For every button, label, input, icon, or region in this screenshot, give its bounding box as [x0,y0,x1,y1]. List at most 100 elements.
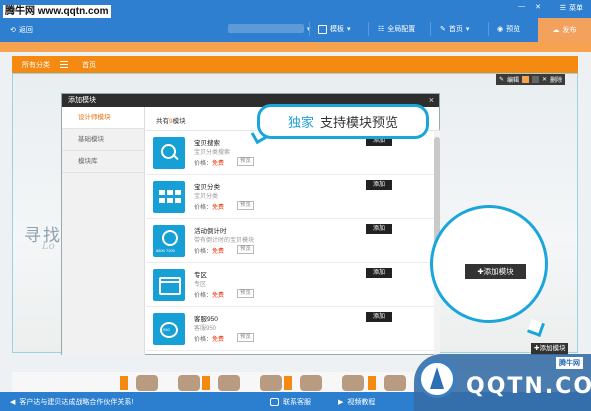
edit-label[interactable]: 编辑 [507,75,519,84]
video-tutorial-link[interactable]: ▶ 视频教程 [338,397,375,407]
module-edit-toolbar: ✎ 编辑 ✕ 删除 [496,74,566,85]
announcement[interactable]: ◀ 客户达与建贝达成战略合作伙伴关系! [10,397,133,407]
preview-callout: 独家 支持模块预览 [257,104,429,139]
module-price: 价格：免费 [194,290,224,299]
preview-button[interactable]: 预览 [237,245,255,254]
template-icon [318,24,327,34]
nav-divider [488,22,489,36]
price-value: 免费 [212,337,225,343]
global-config-label: 全局配置 [387,26,416,33]
menu-label: 菜单 [569,5,583,12]
account-selector[interactable]: ▾ [228,24,311,33]
module-category-sidebar: 设计师模块 基础模块 模块库 [62,107,145,355]
module-description: 客服950 [194,326,217,332]
account-field [228,24,304,33]
price-label: 价格： [194,205,213,211]
video-tutorial-label: 视频教程 [347,398,376,406]
megaphone-icon: ◀ [10,398,16,406]
settings-icon: ☷ [378,26,385,33]
add-module-label: 添加模块 [539,345,566,352]
module-name: 宝贝分类 [194,184,220,191]
delete-icon[interactable]: ✕ [542,76,547,83]
module-description: 带有倒计时的宝贝模块 [194,238,255,244]
product-thumbnail[interactable] [218,375,240,391]
back-arrow-icon: ⟲ [10,27,16,34]
customer-service-link[interactable]: 联系客服 [270,397,311,407]
publish-button[interactable]: ☁ 发布 [538,18,591,42]
upload-cloud-icon: ☁ [552,27,560,34]
sidebar-item-basic-modules[interactable]: 基础模块 [62,129,144,151]
list-item: 宝贝分类 宝贝分类 价格：免费 预览 添加 [146,175,434,219]
nav-divider [309,22,310,36]
module-name: 客服950 [194,316,218,323]
product-thumbnail[interactable] [178,375,200,391]
chat-icon [270,397,279,406]
all-categories-link[interactable]: 所有分类 [12,60,60,70]
menu-button[interactable]: ☰ 菜单 [560,3,583,13]
back-button[interactable]: ⟲ 返回 [10,25,33,35]
preview-button[interactable]: ◉ 预览 [497,24,520,34]
product-thumbnail[interactable] [384,375,406,391]
price-label: 价格： [194,293,213,299]
list-item: 活动倒计时 带有倒计时的宝贝模块 价格：免费 预览 添加 [146,219,434,263]
module-description: 宝贝分类 [194,194,219,200]
grid-icon [153,181,185,213]
minimize-icon[interactable]: — [518,3,525,11]
service-icon [153,313,185,345]
preview-button[interactable]: 预览 [237,201,255,210]
edit-icon[interactable]: ✎ [499,76,504,83]
add-module-button[interactable]: 添加 [366,224,392,234]
global-config-button[interactable]: ☷ 全局配置 [378,24,415,34]
module-list-panel: 共有9模块 宝贝搜索 宝贝分类搜索 价格：免费 预览 添加 宝贝分类 宝贝分类 … [146,107,440,355]
module-name: 宝贝搜索 [194,140,220,147]
template-button[interactable]: 模板 ▾ [318,24,351,34]
product-thumbnail[interactable] [342,375,364,391]
template-label: 模板 [330,26,344,33]
publish-label: 发布 [562,27,577,34]
delete-label[interactable]: 删除 [550,75,562,84]
hamburger-icon[interactable] [60,61,68,68]
close-icon[interactable]: × [429,94,434,107]
preview-button[interactable]: 预览 [237,157,255,166]
product-thumbnail[interactable] [300,375,322,391]
nav-divider [368,22,369,36]
home-page-selector[interactable]: ✎ 首页 ▾ [440,24,469,34]
preview-button[interactable]: 预览 [237,333,255,342]
close-window-icon[interactable]: ✕ [535,3,541,11]
module-name: 活动倒计时 [194,228,227,235]
price-value: 免费 [212,205,225,211]
list-item: 客服950 客服950 价格：免费 预览 添加 [146,307,434,351]
eye-icon: ◉ [497,26,504,33]
list-item: 专区 专区 价格：免费 预览 添加 [146,263,434,307]
preview-button[interactable]: 预览 [237,289,255,298]
price-value: 免费 [212,293,225,299]
module-name: 专区 [194,272,207,279]
orange-marker [202,376,210,390]
module-list: 宝贝搜索 宝贝分类搜索 价格：免费 预览 添加 宝贝分类 宝贝分类 价格：免费 … [146,131,434,351]
product-thumbnail[interactable] [136,375,158,391]
module-price: 价格：免费 [194,202,224,211]
search-icon [153,137,185,169]
move-up-icon[interactable] [522,76,530,83]
price-label: 价格： [194,337,213,343]
price-label: 价格： [194,249,213,255]
add-module-button[interactable]: 添加 [366,268,392,278]
add-module-button[interactable]: 添加 [366,312,392,322]
product-thumbnail[interactable] [260,375,282,391]
add-module-zoomed-button[interactable]: ✚添加模块 [465,264,526,279]
move-down-icon[interactable] [532,76,540,83]
home-nav-link[interactable]: 首页 [82,60,96,70]
badge-brand: QQTN.COM [466,374,591,399]
site-watermark: 腾牛网 www.qqtn.com [3,5,111,18]
add-module-button[interactable]: 添加 [366,180,392,190]
nav-divider [430,22,431,36]
sidebar-item-module-library[interactable]: 模块库 [62,151,144,173]
sidebar-item-designer-modules[interactable]: 设计师模块 [62,107,144,129]
module-count: 共有9模块 [156,115,186,125]
site-logo-badge: 腾牛网 QQTN.COM [414,354,591,411]
add-module-zoomed-label: 添加模块 [483,267,514,276]
module-price: 价格：免费 [194,246,224,255]
price-label: 价格： [194,161,213,167]
logo-icon [418,360,456,398]
module-description: 专区 [194,282,207,288]
